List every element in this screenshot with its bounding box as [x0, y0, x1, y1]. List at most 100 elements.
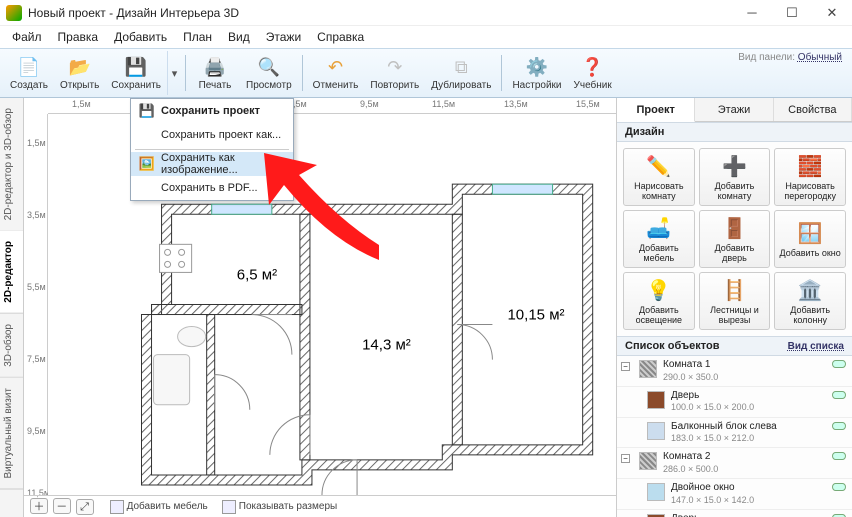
menu-save-project-as[interactable]: Сохранить проект как... — [131, 123, 293, 147]
ruler-vertical: 1,5м3,5м5,5м7,5м9,5м11,5м — [24, 114, 48, 495]
tool-add-furniture[interactable]: 🛋️Добавить мебель — [623, 210, 695, 268]
save-split-arrow[interactable]: ▾ — [167, 51, 181, 95]
new-button[interactable]: 📄Создать — [4, 51, 54, 95]
settings-button[interactable]: ⚙️Настройки — [506, 51, 567, 95]
menu-save-project[interactable]: 💾Сохранить проект — [131, 99, 293, 123]
room2-area: 14,3 м² — [362, 337, 411, 354]
list-item[interactable]: Двойное окно147.0 × 15.0 × 142.0 — [617, 479, 852, 510]
tab-2d[interactable]: 2D-редактор — [0, 231, 23, 314]
column-icon: 🏛️ — [797, 277, 823, 303]
duplicate-button[interactable]: ⧉Дублировать — [425, 51, 497, 95]
room3-area: 10,15 м² — [507, 307, 564, 324]
duplicate-icon: ⧉ — [449, 55, 473, 79]
tab-floors[interactable]: Этажи — [695, 98, 773, 121]
tool-add-light[interactable]: 💡Добавить освещение — [623, 272, 695, 330]
floppy-icon: 💾 — [124, 55, 148, 79]
undo-button[interactable]: ↶Отменить — [307, 51, 365, 95]
printer-icon: 🖨️ — [203, 55, 227, 79]
view-list-link[interactable]: Вид списка — [788, 341, 844, 352]
print-button[interactable]: 🖨️Печать — [190, 51, 240, 95]
view-mode-tabs: 2D-редактор и 3D-обзор 2D-редактор 3D-об… — [0, 98, 24, 517]
visibility-icon[interactable] — [832, 483, 846, 491]
visibility-icon[interactable] — [832, 391, 846, 399]
design-section-head: Дизайн — [617, 122, 852, 142]
tab-3d[interactable]: 3D-обзор — [0, 314, 23, 378]
tool-draw-room[interactable]: ✏️Нарисовать комнату — [623, 148, 695, 206]
zoom-fit-button[interactable]: ⤢ — [76, 499, 94, 515]
visibility-icon[interactable] — [832, 452, 846, 460]
stairs-icon: 🪜 — [721, 277, 747, 303]
close-button[interactable]: ✕ — [812, 0, 852, 26]
design-tools-grid: ✏️Нарисовать комнату ➕Добавить комнату 🧱… — [617, 142, 852, 336]
right-panel-tabs: Проект Этажи Свойства — [617, 98, 852, 122]
list-item[interactable]: Дверь100.0 × 15.0 × 200.0 — [617, 387, 852, 418]
dimension-icon — [222, 500, 236, 514]
menu-save-as-pdf[interactable]: Сохранить в PDF... — [131, 176, 293, 200]
collapse-icon[interactable]: − — [621, 454, 630, 463]
app-icon — [6, 5, 22, 21]
list-item[interactable]: −Комната 2286.0 × 500.0 — [617, 448, 852, 479]
floppy-icon: 💾 — [139, 103, 155, 119]
view-panel-label: Вид панели: Обычный — [738, 52, 842, 63]
tool-stairs[interactable]: 🪜Лестницы и вырезы — [699, 272, 771, 330]
visibility-icon[interactable] — [832, 360, 846, 368]
pencil-icon: ✏️ — [646, 153, 672, 179]
tab-2d-3d[interactable]: 2D-редактор и 3D-обзор — [0, 98, 23, 231]
new-file-icon: 📄 — [17, 55, 41, 79]
room-icon — [639, 452, 657, 470]
room1-area: 6,5 м² — [237, 266, 277, 283]
tool-add-window[interactable]: 🪟Добавить окно — [774, 210, 846, 268]
sofa-icon: 🛋️ — [646, 215, 672, 241]
tool-add-column[interactable]: 🏛️Добавить колонну — [774, 272, 846, 330]
save-button[interactable]: 💾Сохранить — [105, 51, 167, 95]
list-item[interactable]: Дверь100.0 × 15.0 × 200.0 — [617, 510, 852, 517]
canvas-area[interactable]: 1,5м3,5м5,5м7,5м9,5м11,5м13,5м15,5м 1,5м… — [24, 98, 616, 517]
objects-section-head: Список объектов Вид списка — [617, 336, 852, 356]
canvas-bottom-bar: ＋ － ⤢ Добавить мебель Показывать размеры — [24, 495, 616, 517]
bulb-icon: 💡 — [646, 277, 672, 303]
window-icon — [647, 483, 665, 501]
zoom-in-button[interactable]: ＋ — [30, 498, 48, 514]
list-item[interactable]: −Комната 1290.0 × 350.0 — [617, 356, 852, 387]
menu-plan[interactable]: План — [177, 28, 218, 46]
tab-properties[interactable]: Свойства — [774, 98, 852, 121]
save-dropdown-menu: 💾Сохранить проект Сохранить проект как..… — [130, 98, 294, 201]
door-icon: 🚪 — [721, 215, 747, 241]
maximize-button[interactable]: ☐ — [772, 0, 812, 26]
tool-add-room[interactable]: ➕Добавить комнату — [699, 148, 771, 206]
minimize-button[interactable]: ─ — [732, 0, 772, 26]
menu-add[interactable]: Добавить — [108, 28, 173, 46]
object-list[interactable]: −Комната 1290.0 × 350.0 Дверь100.0 × 15.… — [617, 356, 852, 517]
door-icon — [647, 391, 665, 409]
tab-virtual[interactable]: Виртуальный визит — [0, 378, 23, 490]
collapse-icon[interactable]: − — [621, 362, 630, 371]
window-icon: 🪟 — [797, 220, 823, 246]
show-sizes-toggle[interactable]: Показывать размеры — [222, 500, 337, 514]
add-furniture-button[interactable]: Добавить мебель — [110, 500, 208, 514]
list-item[interactable]: Балконный блок слева183.0 × 15.0 × 212.0 — [617, 418, 852, 449]
help-icon: ❓ — [581, 55, 605, 79]
magnifier-icon: 🔍 — [257, 55, 281, 79]
menu-edit[interactable]: Правка — [52, 28, 105, 46]
main-toolbar: 📄Создать 📂Открыть 💾Сохранить ▾ 🖨️Печать … — [0, 48, 852, 98]
title-bar: Новый проект - Дизайн Интерьера 3D ─ ☐ ✕ — [0, 0, 852, 26]
tool-draw-wall[interactable]: 🧱Нарисовать перегородку — [774, 148, 846, 206]
menu-floors[interactable]: Этажи — [260, 28, 307, 46]
menu-save-as-image[interactable]: 🖼️Сохранить как изображение... — [131, 152, 293, 176]
tab-project[interactable]: Проект — [617, 98, 695, 122]
balcony-icon — [647, 422, 665, 440]
help-button[interactable]: ❓Учебник — [568, 51, 618, 95]
preview-button[interactable]: 🔍Просмотр — [240, 51, 298, 95]
visibility-icon[interactable] — [832, 422, 846, 430]
right-panel: Проект Этажи Свойства Дизайн ✏️Нарисоват… — [616, 98, 852, 517]
menu-file[interactable]: Файл — [6, 28, 48, 46]
redo-button[interactable]: ↷Повторить — [364, 51, 425, 95]
window-title: Новый проект - Дизайн Интерьера 3D — [28, 6, 732, 20]
zoom-out-button[interactable]: － — [53, 498, 71, 514]
menu-view[interactable]: Вид — [222, 28, 256, 46]
view-mode-link[interactable]: Обычный — [798, 52, 842, 63]
menu-help[interactable]: Справка — [311, 28, 370, 46]
room-icon — [639, 360, 657, 378]
tool-add-door[interactable]: 🚪Добавить дверь — [699, 210, 771, 268]
open-button[interactable]: 📂Открыть — [54, 51, 105, 95]
